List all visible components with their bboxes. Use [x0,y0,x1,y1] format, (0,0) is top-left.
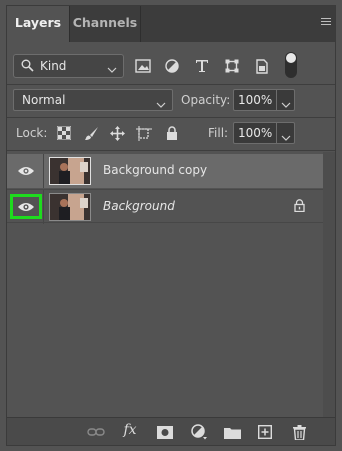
tab-channels[interactable]: Channels [69,6,141,42]
tab-bar: Layers Channels [7,6,335,42]
layer-name[interactable]: Background copy [103,163,207,177]
tab-layers[interactable]: Layers [7,6,69,42]
adjustment-layer-icon[interactable] [189,424,209,440]
fill-input[interactable]: 100% [233,122,295,144]
fill-value: 100% [238,126,273,140]
mask-icon[interactable] [155,424,175,440]
layer-lock-icon[interactable] [294,199,305,215]
adjustment-filter-icon[interactable] [162,56,182,76]
opacity-label: Opacity: [181,93,231,107]
filter-kind-label: Kind [40,59,67,73]
shape-filter-icon[interactable] [222,56,242,76]
layer-thumbnail [49,193,91,221]
lock-position-icon[interactable] [108,124,126,142]
folder-icon[interactable] [222,424,242,440]
type-filter-icon[interactable] [192,56,212,76]
blend-mode-select[interactable]: Normal [13,89,173,111]
blend-mode-value: Normal [22,93,66,107]
divider [7,84,335,85]
layers-list: Background copy Background [7,152,335,417]
chevron-down-icon[interactable] [281,130,291,144]
layer-thumbnail [49,157,91,185]
layer-row-background-copy[interactable]: Background copy [7,154,323,188]
fill-label: Fill: [208,126,229,140]
lock-image-pixels-icon[interactable] [82,124,100,142]
new-layer-icon[interactable] [255,424,275,440]
opacity-value: 100% [238,93,273,107]
lock-all-icon[interactable] [163,124,181,142]
chevron-down-icon [107,62,117,76]
visibility-eye-icon[interactable] [10,194,42,219]
layer-row-background[interactable]: Background [7,189,323,224]
smart-object-filter-icon[interactable] [252,56,272,76]
fx-icon[interactable]: fx [120,422,140,438]
opacity-input[interactable]: 100% [233,89,295,111]
layer-name[interactable]: Background [103,199,175,213]
lock-artboard-icon[interactable] [135,124,153,142]
divider [7,117,335,118]
filter-toggle-switch[interactable] [285,52,297,78]
trash-icon[interactable] [289,424,309,440]
divider [7,150,335,151]
search-icon [21,59,34,75]
layers-panel: Layers Channels Kind Normal Opacity: 100… [6,5,336,446]
layers-scrollbar[interactable] [323,152,335,417]
lock-label: Lock: [16,126,48,140]
image-filter-icon[interactable] [133,56,153,76]
visibility-eye-icon[interactable] [10,158,42,183]
lock-transparent-pixels-icon[interactable] [55,124,73,142]
layers-bottom-toolbar: fx [7,417,335,445]
filter-kind-select[interactable]: Kind [13,54,124,78]
link-icon[interactable] [86,424,106,440]
chevron-down-icon[interactable] [281,97,291,111]
panel-menu-icon[interactable] [321,18,331,28]
chevron-down-icon [156,97,166,111]
